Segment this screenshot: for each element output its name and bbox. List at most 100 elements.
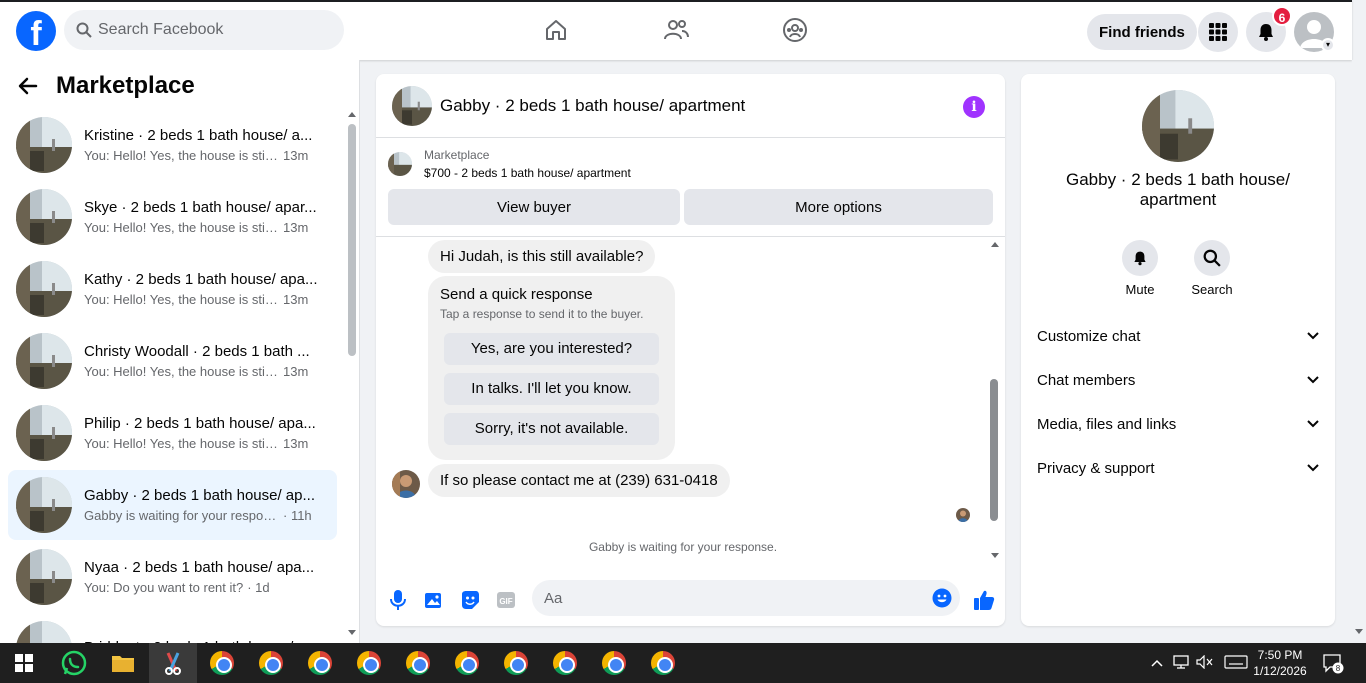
chat-members-row[interactable]: Chat members xyxy=(1037,358,1319,402)
mute-button[interactable]: Mute xyxy=(1110,240,1170,297)
conversation-time: 13m xyxy=(283,148,309,163)
search-input[interactable] xyxy=(98,21,318,39)
more-options-button[interactable]: More options xyxy=(684,189,993,225)
sidebar-title: Marketplace xyxy=(56,72,195,99)
chrome-icon[interactable] xyxy=(443,643,491,683)
chat-avatar[interactable] xyxy=(392,85,432,126)
listing-summary[interactable]: Marketplace $700 - 2 beds 1 bath house/ … xyxy=(388,148,631,180)
volume-muted-icon[interactable] xyxy=(1196,654,1214,672)
back-arrow-icon[interactable] xyxy=(18,76,38,96)
media-files-links-row[interactable]: Media, files and links xyxy=(1037,402,1319,446)
snipping-tool-icon[interactable] xyxy=(149,643,197,683)
conversation-preview: You: Hello! Yes, the house is still a... xyxy=(84,436,279,451)
thumbs-up-icon[interactable] xyxy=(972,588,996,612)
taskbar-clock[interactable]: 7:50 PM 1/12/2026 xyxy=(1248,647,1312,679)
network-icon[interactable] xyxy=(1172,654,1190,672)
chrome-icon[interactable] xyxy=(394,643,442,683)
friends-icon[interactable] xyxy=(660,14,692,46)
conversation-item[interactable]: Briddget · 2 beds 1 bath house/ ... xyxy=(8,614,337,643)
search-box[interactable] xyxy=(64,10,344,50)
microphone-icon[interactable] xyxy=(388,588,408,612)
incoming-message[interactable]: If so please contact me at (239) 631-041… xyxy=(428,464,730,497)
incoming-message[interactable]: Hi Judah, is this still available? xyxy=(428,240,656,273)
conversation-thumbnail xyxy=(16,261,72,317)
scroll-down-arrow-icon[interactable] xyxy=(1354,628,1364,636)
action-center-count: 8 xyxy=(1336,664,1341,673)
quick-response-option[interactable]: Yes, are you interested? xyxy=(444,333,659,365)
chrome-icon[interactable] xyxy=(590,643,638,683)
chrome-icon[interactable] xyxy=(198,643,246,683)
chrome-icon[interactable] xyxy=(541,643,589,683)
conversation-item[interactable]: Kristine · 2 beds 1 bath house/ a... You:… xyxy=(8,110,337,180)
quick-response-option[interactable]: Sorry, it's not available. xyxy=(444,413,659,445)
chrome-icon[interactable] xyxy=(492,643,540,683)
quick-response-option[interactable]: In talks. I'll let you know. xyxy=(444,373,659,405)
row-label: Privacy & support xyxy=(1037,459,1155,477)
find-friends-button[interactable]: Find friends xyxy=(1087,14,1197,50)
groups-icon[interactable] xyxy=(779,14,811,46)
gif-icon[interactable]: GIF xyxy=(496,588,516,612)
customize-chat-row[interactable]: Customize chat xyxy=(1037,314,1319,358)
conversation-time: · 1d xyxy=(247,580,270,595)
scroll-up-arrow-icon[interactable] xyxy=(347,110,357,118)
row-label: Chat members xyxy=(1037,371,1136,389)
svg-text:GIF: GIF xyxy=(499,597,512,606)
conversation-info-icon[interactable]: i xyxy=(963,96,985,118)
sticker-icon[interactable] xyxy=(460,588,480,612)
file-explorer-icon[interactable] xyxy=(99,643,147,683)
sender-avatar[interactable] xyxy=(392,470,420,498)
row-label: Customize chat xyxy=(1037,327,1141,345)
clock-date: 1/12/2026 xyxy=(1253,664,1307,678)
view-buyer-button[interactable]: View buyer xyxy=(388,189,680,225)
keyboard-icon[interactable] xyxy=(1224,654,1248,672)
menu-grid-icon[interactable] xyxy=(1198,12,1238,52)
conversation-item[interactable]: Philip · 2 beds 1 bath house/ apa... You:… xyxy=(8,398,337,468)
action-center-icon[interactable]: 8 xyxy=(1322,643,1344,683)
chevron-down-icon[interactable]: ▾ xyxy=(1321,38,1335,52)
conversation-item[interactable]: Nyaa · 2 beds 1 bath house/ apa... You: D… xyxy=(8,542,337,612)
search-conversation-button[interactable]: Search xyxy=(1182,240,1242,297)
chrome-icon[interactable] xyxy=(639,643,687,683)
search-icon[interactable] xyxy=(1194,240,1230,276)
system-tray xyxy=(1148,643,1248,683)
conversation-item[interactable]: Christy Woodall · 2 beds 1 bath ... You: … xyxy=(8,326,337,396)
conversation-preview: You: Hello! Yes, the house is still a... xyxy=(84,292,279,307)
scroll-up-arrow-icon[interactable] xyxy=(990,240,1000,248)
chrome-icon[interactable] xyxy=(345,643,393,683)
scroll-down-arrow-icon[interactable] xyxy=(347,629,357,637)
page-scrollbar[interactable] xyxy=(1352,60,1366,643)
facebook-logo-icon[interactable]: f xyxy=(16,11,56,51)
bell-icon[interactable] xyxy=(1122,240,1158,276)
conversation-thumbnail xyxy=(16,549,72,605)
windows-start-icon[interactable] xyxy=(0,643,48,683)
conversation-name: Nyaa · 2 beds 1 bath house/ apa... xyxy=(84,559,315,576)
chat-panel: Gabby · 2 beds 1 bath house/ apartment i… xyxy=(376,74,1005,626)
sidebar-scrollbar[interactable] xyxy=(348,124,356,356)
message-input[interactable] xyxy=(544,589,904,607)
chrome-icon[interactable] xyxy=(296,643,344,683)
photo-icon[interactable] xyxy=(424,588,444,612)
chrome-icon[interactable] xyxy=(247,643,295,683)
search-label: Search xyxy=(1191,282,1233,297)
conversation-item[interactable]: Skye · 2 beds 1 bath house/ apar... You: … xyxy=(8,182,337,252)
conversation-time: 13m xyxy=(283,436,309,451)
emoji-icon[interactable] xyxy=(932,588,952,608)
conversation-item[interactable]: Kathy · 2 beds 1 bath house/ apa... You: … xyxy=(8,254,337,324)
whatsapp-icon[interactable] xyxy=(50,643,98,683)
home-icon[interactable] xyxy=(540,14,572,46)
chevron-up-icon[interactable] xyxy=(1148,656,1166,670)
listing-source: Marketplace xyxy=(424,148,490,162)
conversation-preview: You: Hello! Yes, the house is still a... xyxy=(84,220,279,235)
privacy-support-row[interactable]: Privacy & support xyxy=(1037,446,1319,490)
chat-scrollbar[interactable] xyxy=(990,379,998,521)
conversation-thumbnail xyxy=(16,405,72,461)
details-avatar[interactable] xyxy=(1142,90,1214,162)
conversation-name: Skye · 2 beds 1 bath house/ apar... xyxy=(84,199,317,216)
scroll-down-arrow-icon[interactable] xyxy=(990,552,1000,560)
message-input-box[interactable] xyxy=(532,580,960,616)
conversation-thumbnail xyxy=(16,117,72,173)
divider xyxy=(376,236,1005,237)
conversation-item[interactable]: Gabby · 2 beds 1 bath house/ ap... Gabby … xyxy=(8,470,337,540)
conversation-name: Kathy · 2 beds 1 bath house/ apa... xyxy=(84,271,318,288)
chevron-down-icon xyxy=(1307,420,1319,428)
